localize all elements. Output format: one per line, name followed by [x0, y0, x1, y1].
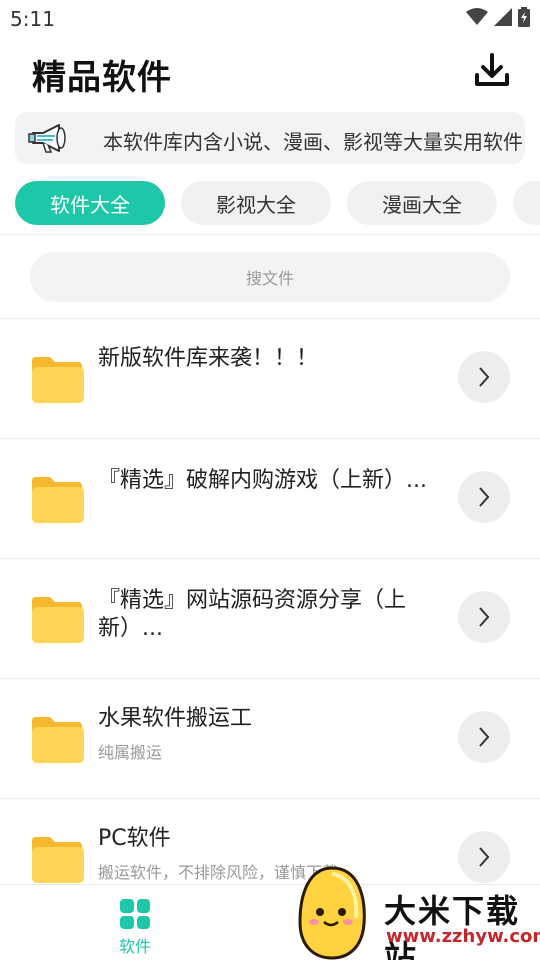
chevron-right-icon	[479, 607, 490, 627]
watermark-brand: 大米下载站	[384, 892, 521, 960]
nav-label: 软件	[118, 937, 151, 956]
notice-text: 本软件库内含小说、漫画、影视等大量实用软件	[103, 130, 523, 154]
item-name: 新版软件库来袭！！！	[98, 346, 319, 371]
app-header: 精品软件	[0, 46, 540, 98]
signal-icon	[494, 8, 512, 26]
open-button[interactable]	[458, 471, 510, 523]
folder-icon	[32, 597, 84, 643]
folder-icon	[32, 717, 84, 763]
notice-bar[interactable]: 本软件库内含小说、漫画、影视等大量实用软件	[15, 112, 525, 164]
chevron-right-icon	[479, 367, 490, 387]
watermark-site: www.zzhyw.com	[386, 926, 540, 947]
status-time: 5:11	[10, 7, 55, 31]
category-tabs: 软件大全 影视大全 漫画大全	[15, 181, 540, 225]
item-name: 水果软件搬运工	[98, 706, 253, 731]
status-icons	[466, 6, 530, 28]
chevron-right-icon	[479, 847, 490, 867]
list-item[interactable]: 新版软件库来袭！！！	[0, 318, 540, 438]
wifi-icon	[466, 8, 488, 25]
battery-icon	[518, 7, 530, 27]
item-name: PC软件	[98, 826, 171, 851]
megaphone-icon	[28, 124, 66, 153]
tab-software[interactable]: 软件大全	[15, 181, 165, 225]
item-name: 『精选』破解内购游戏（上新）...	[98, 468, 427, 493]
chevron-right-icon	[479, 727, 490, 747]
tab-more[interactable]	[513, 181, 540, 225]
search-input[interactable]: 搜文件	[30, 252, 510, 302]
rice-mascot-icon	[298, 866, 366, 960]
item-name: 『精选』网站源码资源分享（上新）...	[98, 588, 407, 641]
file-list: 新版软件库来袭！！！ 『精选』破解内购游戏（上新）... 『精选』网站源码资源分…	[0, 318, 540, 918]
watermark: 大米下载站 www.zzhyw.com	[296, 866, 540, 960]
item-subtitle: 纯属搬运	[98, 743, 163, 762]
list-item[interactable]: 『精选』破解内购游戏（上新）...	[0, 438, 540, 558]
status-bar: 5:11	[0, 0, 540, 36]
divider	[0, 234, 540, 235]
grid-icon	[120, 899, 150, 929]
folder-icon	[32, 837, 84, 883]
download-icon	[475, 53, 509, 86]
folder-icon	[32, 357, 84, 403]
nav-item-software[interactable]: 软件	[104, 899, 166, 957]
download-button[interactable]	[472, 50, 512, 90]
list-item[interactable]: 水果软件搬运工 纯属搬运	[0, 678, 540, 798]
chevron-right-icon	[479, 487, 490, 507]
list-item[interactable]: 『精选』网站源码资源分享（上新）...	[0, 558, 540, 678]
tab-comic[interactable]: 漫画大全	[347, 181, 497, 225]
open-button[interactable]	[458, 711, 510, 763]
folder-icon	[32, 477, 84, 523]
open-button[interactable]	[458, 591, 510, 643]
tab-video[interactable]: 影视大全	[181, 181, 331, 225]
open-button[interactable]	[458, 351, 510, 403]
page-title: 精品软件	[32, 58, 172, 98]
